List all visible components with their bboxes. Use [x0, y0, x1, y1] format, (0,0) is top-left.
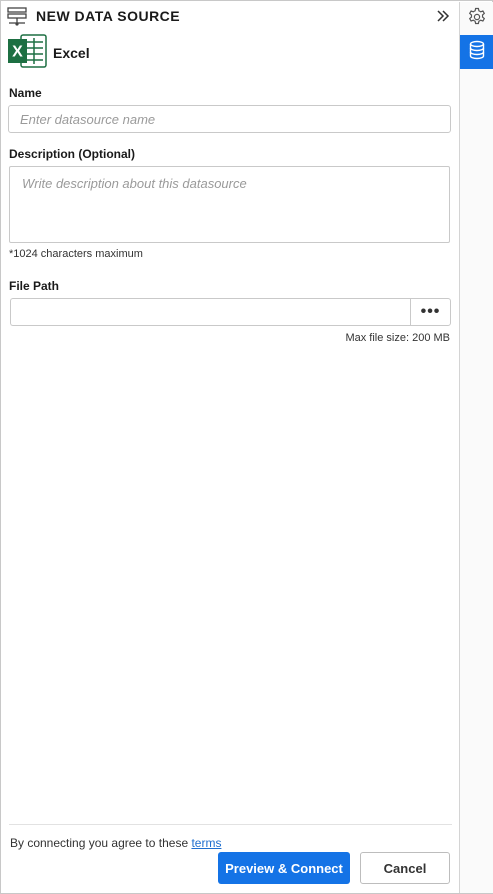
- settings-rail-button[interactable]: [460, 2, 493, 36]
- excel-icon: X: [7, 33, 47, 73]
- footer-divider: [9, 824, 452, 825]
- file-path-input[interactable]: [10, 298, 410, 326]
- provider-row: X Excel: [7, 33, 90, 73]
- gear-icon: [467, 7, 487, 32]
- terms-text: By connecting you agree to these terms: [10, 836, 221, 850]
- panel-header: NEW DATA SOURCE: [2, 2, 458, 30]
- terms-prefix: By connecting you agree to these: [10, 836, 192, 850]
- data-source-rail-button[interactable]: [460, 35, 493, 69]
- new-data-source-panel: NEW DATA SOURCE X Excel Name Enter datas…: [2, 2, 458, 893]
- terms-link[interactable]: terms: [191, 836, 221, 850]
- double-chevron-right-icon[interactable]: [434, 7, 452, 25]
- data-source-icon: [6, 6, 28, 28]
- name-input[interactable]: [8, 105, 451, 133]
- file-path-label: File Path: [9, 279, 60, 293]
- side-rail: [459, 2, 493, 893]
- panel-title: NEW DATA SOURCE: [36, 8, 181, 24]
- description-textarea[interactable]: [9, 166, 450, 243]
- svg-text:X: X: [12, 43, 23, 60]
- app-frame: NEW DATA SOURCE X Excel Name Enter datas…: [0, 0, 493, 894]
- ellipsis-icon: •••: [420, 303, 441, 320]
- description-hint: *1024 characters maximum: [9, 248, 143, 260]
- description-label: Description (Optional): [9, 147, 135, 161]
- name-label: Name: [9, 86, 42, 100]
- database-icon: [468, 40, 486, 65]
- provider-name: Excel: [53, 45, 90, 61]
- preview-connect-button[interactable]: Preview & Connect: [218, 852, 350, 884]
- browse-file-button[interactable]: •••: [410, 298, 451, 326]
- max-file-size-note: Max file size: 200 MB: [345, 332, 450, 344]
- cancel-button[interactable]: Cancel: [360, 852, 450, 884]
